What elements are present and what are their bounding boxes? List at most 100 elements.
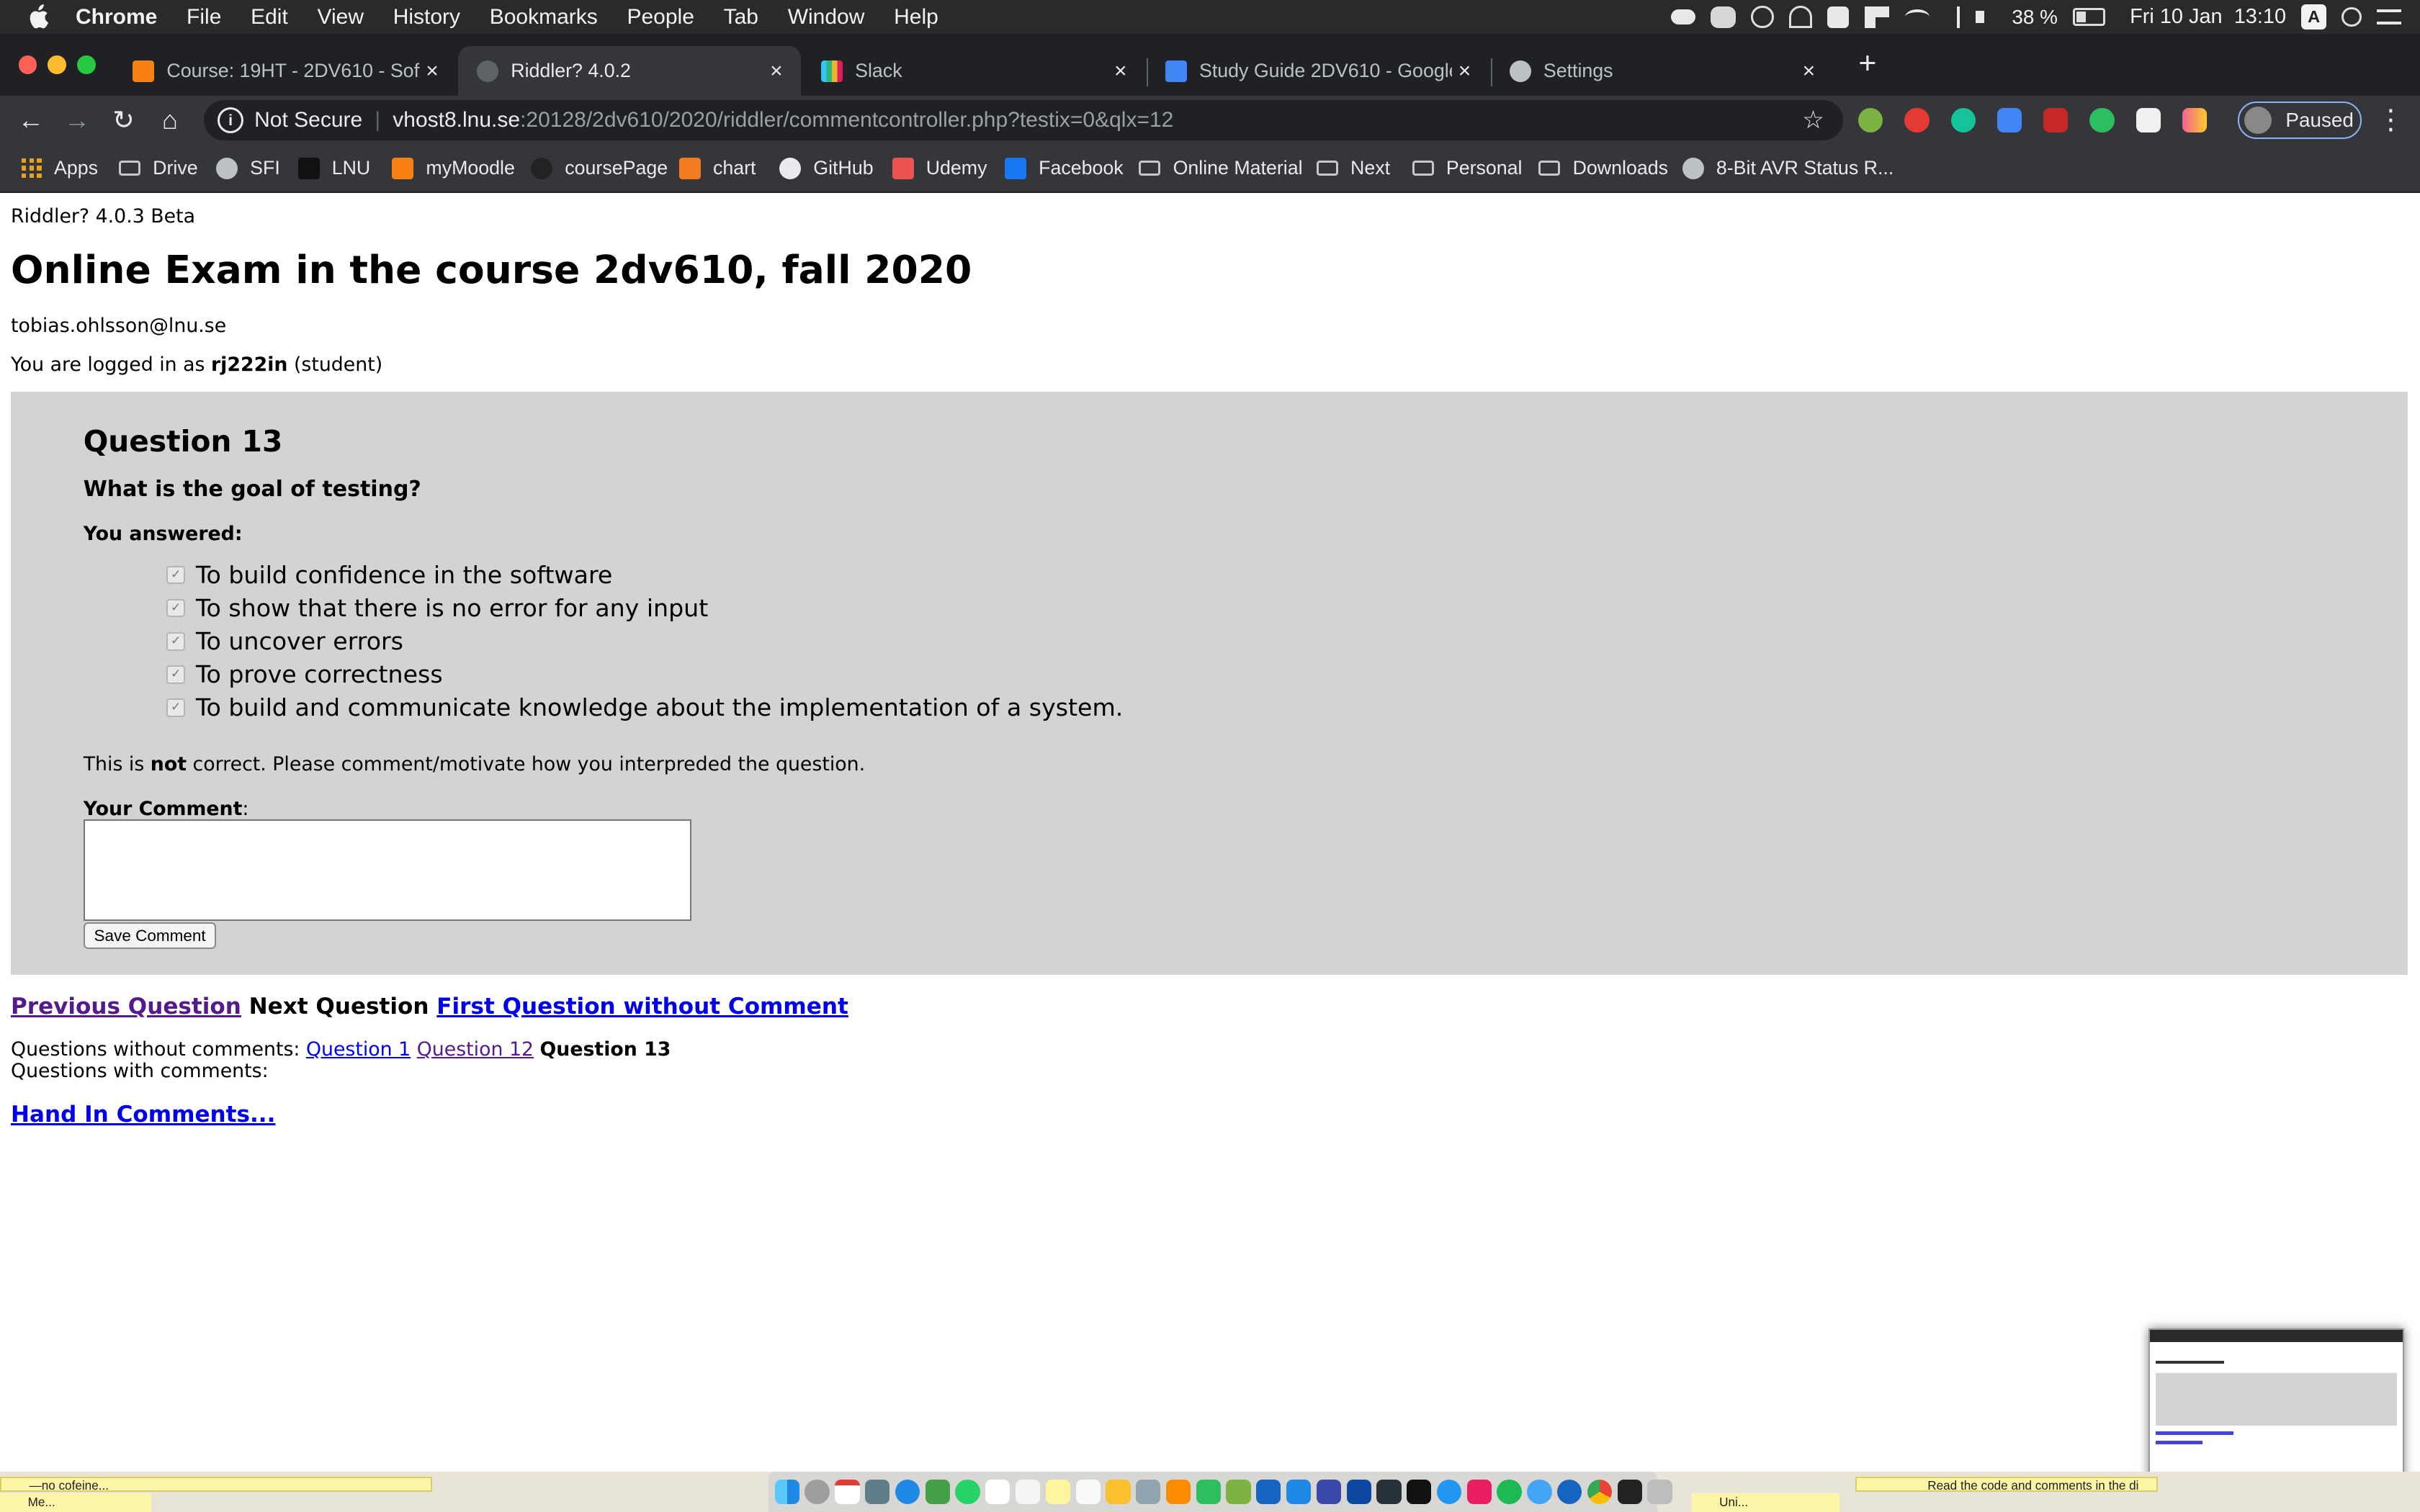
tab-slack[interactable]: Slack × xyxy=(802,46,1145,96)
tab-riddler[interactable]: Riddler? 4.0.2 × xyxy=(458,46,802,96)
tab-close-icon[interactable]: × xyxy=(1108,59,1133,84)
stickies-icon[interactable] xyxy=(1106,1479,1131,1505)
sticky-note[interactable]: Me... xyxy=(0,1493,151,1512)
chrome-menu-icon[interactable]: ⋮ xyxy=(2377,102,2405,138)
dashlane-icon[interactable] xyxy=(1751,5,1774,29)
chrome-icon[interactable] xyxy=(1587,1479,1613,1505)
url-path[interactable]: :20128/2dv610/2020/riddler/commentcontro… xyxy=(520,108,1173,132)
istat-icon[interactable] xyxy=(1789,5,1813,29)
tab-close-icon[interactable]: × xyxy=(1796,59,1821,84)
comment-textarea[interactable] xyxy=(83,819,691,922)
instruments-icon[interactable] xyxy=(1346,1479,1371,1505)
extension-w-icon[interactable] xyxy=(2182,107,2208,133)
evernote-icon[interactable] xyxy=(1711,6,1736,28)
photo-booth-icon[interactable] xyxy=(1466,1479,1492,1505)
menu-window[interactable]: Window xyxy=(788,5,865,30)
extension-reader-icon[interactable] xyxy=(2043,107,2069,133)
volume-icon[interactable] xyxy=(1975,11,1996,24)
input-source-icon[interactable]: A xyxy=(2301,4,2326,30)
minimize-window-button[interactable] xyxy=(48,55,67,74)
bookmark-github[interactable]: GitHub xyxy=(779,154,874,182)
tab-study-guide[interactable]: Study Guide 2DV610 - Google D × xyxy=(1147,46,1489,96)
bookmark-online-material[interactable]: Online Material xyxy=(1139,154,1303,182)
slack-icon[interactable] xyxy=(985,1479,1010,1505)
menu-history[interactable]: History xyxy=(393,5,460,30)
bookmark-star-icon[interactable]: ☆ xyxy=(1802,106,1824,135)
vscode-icon[interactable] xyxy=(1286,1479,1312,1505)
hand-in-comments-link[interactable]: Hand In Comments... xyxy=(11,1102,275,1128)
extension-grammarly-icon[interactable] xyxy=(1950,107,1976,133)
bluetooth-icon[interactable] xyxy=(1945,6,1960,28)
notes-icon[interactable] xyxy=(1015,1479,1041,1505)
home-button[interactable]: ⌂ xyxy=(154,102,185,138)
extension-adblock-icon[interactable] xyxy=(1904,107,1930,133)
safari-icon[interactable] xyxy=(1436,1479,1462,1505)
back-button[interactable]: ← xyxy=(15,102,46,138)
first-without-comment-link[interactable]: First Question without Comment xyxy=(436,994,848,1020)
terminal-icon[interactable] xyxy=(1407,1479,1432,1505)
activity-monitor-icon[interactable] xyxy=(1376,1479,1402,1505)
tab-close-icon[interactable]: × xyxy=(420,59,444,84)
terminal-window-icon[interactable] xyxy=(1617,1479,1642,1505)
bookmark-mymoodle[interactable]: myMoodle xyxy=(392,154,515,182)
bookmark-sfi[interactable]: SFI xyxy=(216,154,280,182)
messages-icon[interactable] xyxy=(925,1479,950,1505)
tab-course[interactable]: Course: 19HT - 2DV610 - Softw × xyxy=(115,46,457,96)
bookmark-udemy[interactable]: Udemy xyxy=(892,154,987,182)
reload-button[interactable]: ↻ xyxy=(108,102,139,138)
close-window-button[interactable] xyxy=(18,55,37,74)
tab-close-icon[interactable]: × xyxy=(1452,59,1476,84)
menu-people[interactable]: People xyxy=(627,5,694,30)
menu-tab[interactable]: Tab xyxy=(724,5,758,30)
trash-icon[interactable] xyxy=(1647,1479,1672,1505)
extension-evernote-icon[interactable] xyxy=(2089,107,2115,133)
info-icon[interactable]: i xyxy=(218,107,244,134)
sticky-note[interactable]: Read the code and comments in the di xyxy=(1855,1476,2158,1493)
previous-question-link[interactable]: Previous Question xyxy=(11,994,241,1020)
bookmark-personal[interactable]: Personal xyxy=(1412,154,1522,182)
menu-app-name[interactable]: Chrome xyxy=(76,5,157,30)
clock[interactable]: Fri 10 Jan 13:10 xyxy=(2130,5,2286,29)
menu-help[interactable]: Help xyxy=(894,5,938,30)
finder-icon[interactable] xyxy=(774,1479,799,1505)
preview-icon[interactable] xyxy=(1136,1479,1161,1505)
question-12-link[interactable]: Question 12 xyxy=(417,1038,534,1061)
address-bar[interactable]: i Not Secure | vhost8.lnu.se:20128/2dv61… xyxy=(203,100,1843,140)
profile-button[interactable]: Paused xyxy=(2238,102,2362,139)
menu-bookmarks[interactable]: Bookmarks xyxy=(490,5,598,30)
bookmark-facebook[interactable]: Facebook xyxy=(1005,154,1124,182)
new-tab-button[interactable]: + xyxy=(1852,46,1883,81)
bookmark-avr-status[interactable]: 8-Bit AVR Status R... xyxy=(1682,154,1894,182)
battery-icon[interactable] xyxy=(2073,7,2105,27)
apple-icon[interactable] xyxy=(26,4,50,29)
bookmark-next[interactable]: Next xyxy=(1316,154,1390,182)
books-icon[interactable] xyxy=(1165,1479,1191,1505)
tab-close-icon[interactable]: × xyxy=(764,59,789,84)
teams-icon[interactable] xyxy=(1557,1479,1582,1505)
url-host[interactable]: vhost8.lnu.se xyxy=(393,108,520,132)
extension-translate-icon[interactable] xyxy=(1996,107,2022,133)
textedit-icon[interactable] xyxy=(1075,1479,1101,1505)
spotify-icon[interactable] xyxy=(1497,1479,1522,1505)
sticky-note[interactable]: Uni... xyxy=(1691,1493,1840,1512)
bookmark-coursepage[interactable]: coursePage xyxy=(531,154,668,182)
zoom-window-button[interactable] xyxy=(77,55,96,74)
screenshot-thumbnail[interactable] xyxy=(2148,1328,2405,1490)
bookmark-downloads[interactable]: Downloads xyxy=(1538,154,1668,182)
extension-notion-icon[interactable] xyxy=(2136,107,2161,133)
bookmark-apps[interactable]: Apps xyxy=(22,154,98,182)
notification-center-icon[interactable] xyxy=(2377,9,2402,24)
sticky-note[interactable]: —no cofeine... xyxy=(0,1476,432,1493)
calendar-icon[interactable] xyxy=(835,1479,860,1505)
layout-icon[interactable] xyxy=(1864,6,1890,28)
spotlight-icon[interactable] xyxy=(2341,6,2362,27)
menu-view[interactable]: View xyxy=(318,5,364,30)
question-1-link[interactable]: Question 1 xyxy=(306,1038,411,1061)
menu-file[interactable]: File xyxy=(187,5,221,30)
evernote-icon[interactable] xyxy=(1196,1479,1221,1505)
menu-edit[interactable]: Edit xyxy=(251,5,288,30)
tab-settings[interactable]: Settings × xyxy=(1491,46,1834,96)
bookmark-lnu[interactable]: LNU xyxy=(297,154,370,182)
cloud-upload-icon[interactable] xyxy=(1670,9,1696,25)
sourcetree-icon[interactable] xyxy=(1316,1479,1342,1505)
